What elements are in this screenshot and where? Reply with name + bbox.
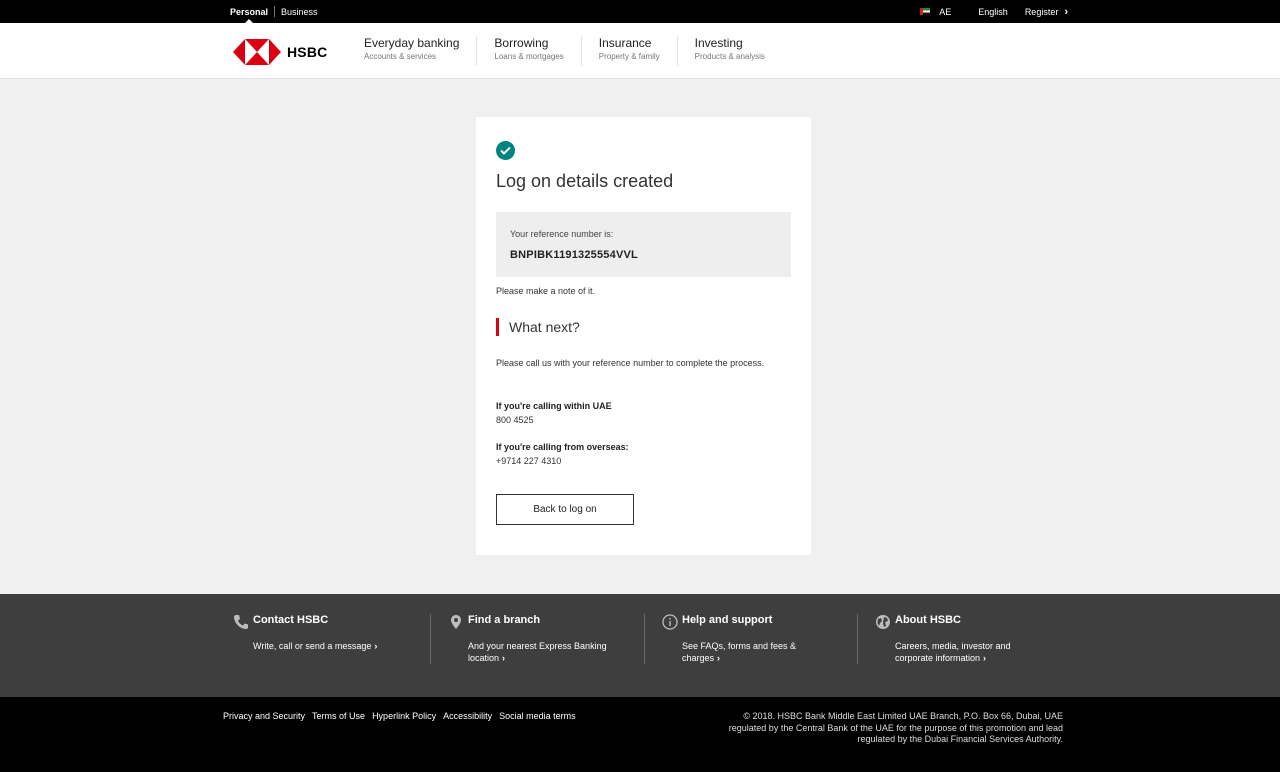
top-bar: Personal Business AE English Register ›: [0, 0, 1280, 23]
divider: [274, 6, 276, 17]
call-within-label: If you're calling within UAE: [496, 401, 612, 411]
call-within-uae: If you're calling within UAE 800 4525: [496, 399, 612, 427]
copyright-text: © 2018. HSBC Bank Middle East Limited UA…: [728, 711, 1063, 744]
footer-desc: See FAQs, forms and fees & charges: [682, 641, 797, 663]
call-overseas: If you're calling from overseas: +9714 2…: [496, 440, 629, 468]
social-media-terms-link[interactable]: Social media terms: [499, 711, 576, 721]
tab-business[interactable]: Business: [281, 0, 318, 23]
nav-title: Everyday banking: [364, 36, 460, 50]
info-icon: [662, 614, 678, 630]
accessibility-link[interactable]: Accessibility: [443, 711, 492, 721]
footer-desc: Careers, media, investor and corporate i…: [895, 641, 1011, 663]
hexagon-logo-icon: [233, 39, 281, 65]
footer-heading: Find a branch: [468, 614, 541, 626]
nav-insurance[interactable]: Insurance Property & family: [599, 36, 678, 66]
main-header: HSBC Everyday banking Accounts & service…: [0, 23, 1280, 79]
hyperlink-policy-link[interactable]: Hyperlink Policy: [372, 711, 436, 721]
chevron-right-icon: ›: [374, 641, 378, 651]
terms-of-use-link[interactable]: Terms of Use: [312, 711, 365, 721]
reference-note: Please make a note of it.: [496, 286, 596, 296]
footer-link[interactable]: See FAQs, forms and fees & charges ›: [682, 640, 822, 664]
tab-business-label: Business: [281, 6, 318, 17]
location-pin-icon: [451, 615, 461, 629]
nav-title: Insurance: [598, 36, 652, 50]
nav-title: Borrowing: [494, 36, 549, 50]
uae-flag-icon: [920, 8, 931, 15]
call-overseas-number: +9714 227 4310: [496, 456, 562, 466]
footer-link[interactable]: Write, call or send a message ›: [253, 640, 393, 652]
register-label: Register: [1024, 6, 1059, 17]
chevron-right-icon: ›: [1064, 5, 1068, 18]
reference-box: Your reference number is: BNPIBK11913255…: [496, 212, 791, 277]
success-check-icon: [496, 141, 515, 160]
reference-label: Your reference number is:: [510, 229, 614, 239]
footer-link[interactable]: And your nearest Express Banking locatio…: [468, 640, 608, 664]
hsbc-logo[interactable]: HSBC: [233, 39, 327, 65]
what-next-heading: What next?: [496, 318, 580, 336]
brand-wordmark: HSBC: [287, 44, 328, 60]
footer-heading: About HSBC: [895, 614, 961, 626]
nav-subtitle: Property & family: [598, 52, 660, 61]
call-overseas-label: If you're calling from overseas:: [496, 442, 629, 452]
nav-subtitle: Loans & mortgages: [494, 52, 564, 61]
globe-icon: [876, 615, 890, 629]
privacy-security-link[interactable]: Privacy and Security: [223, 711, 305, 721]
primary-nav: Everyday banking Accounts & services Bor…: [364, 36, 799, 66]
footer-heading: Help and support: [682, 614, 773, 626]
footer: Contact HSBC Write, call or send a messa…: [0, 594, 1280, 697]
nav-subtitle: Accounts & services: [364, 52, 437, 61]
tab-personal-label: Personal: [230, 6, 269, 17]
chevron-right-icon: ›: [717, 653, 721, 663]
call-within-number: 800 4525: [496, 415, 534, 425]
phone-icon: [234, 615, 248, 629]
chevron-right-icon: ›: [983, 653, 987, 663]
register-link[interactable]: Register ›: [1025, 6, 1068, 18]
language-selector[interactable]: English: [978, 7, 1008, 17]
legal-bar: Privacy and Security Terms of Use Hyperl…: [0, 697, 1280, 772]
reference-number: BNPIBK1191325554VVL: [510, 249, 638, 261]
footer-desc: Write, call or send a message: [253, 641, 372, 651]
segment-switcher: Personal Business: [230, 0, 318, 23]
nav-subtitle: Products & analysis: [694, 52, 765, 61]
nav-everyday-banking[interactable]: Everyday banking Accounts & services: [364, 36, 478, 66]
footer-divider: [857, 614, 858, 664]
tab-personal[interactable]: Personal: [230, 0, 268, 23]
instruction-text: Please call us with your reference numbe…: [496, 358, 765, 368]
nav-borrowing[interactable]: Borrowing Loans & mortgages: [494, 36, 582, 66]
page-title: Log on details created: [496, 171, 674, 191]
region-selector[interactable]: AE: [939, 7, 951, 17]
legal-links: Privacy and Security Terms of Use Hyperl…: [223, 711, 583, 721]
footer-desc: And your nearest Express Banking locatio…: [468, 641, 607, 663]
top-right-links: AE English Register ›: [920, 0, 1068, 23]
footer-heading: Contact HSBC: [253, 614, 329, 626]
footer-link[interactable]: Careers, media, investor and corporate i…: [895, 640, 1035, 664]
nav-title: Investing: [694, 36, 743, 50]
chevron-right-icon: ›: [502, 653, 506, 663]
footer-divider: [430, 614, 431, 664]
footer-divider: [644, 614, 645, 664]
nav-investing[interactable]: Investing Products & analysis: [695, 36, 782, 66]
back-to-log-on-button[interactable]: Back to log on: [496, 494, 634, 525]
confirmation-card: Log on details created Your reference nu…: [476, 117, 811, 555]
